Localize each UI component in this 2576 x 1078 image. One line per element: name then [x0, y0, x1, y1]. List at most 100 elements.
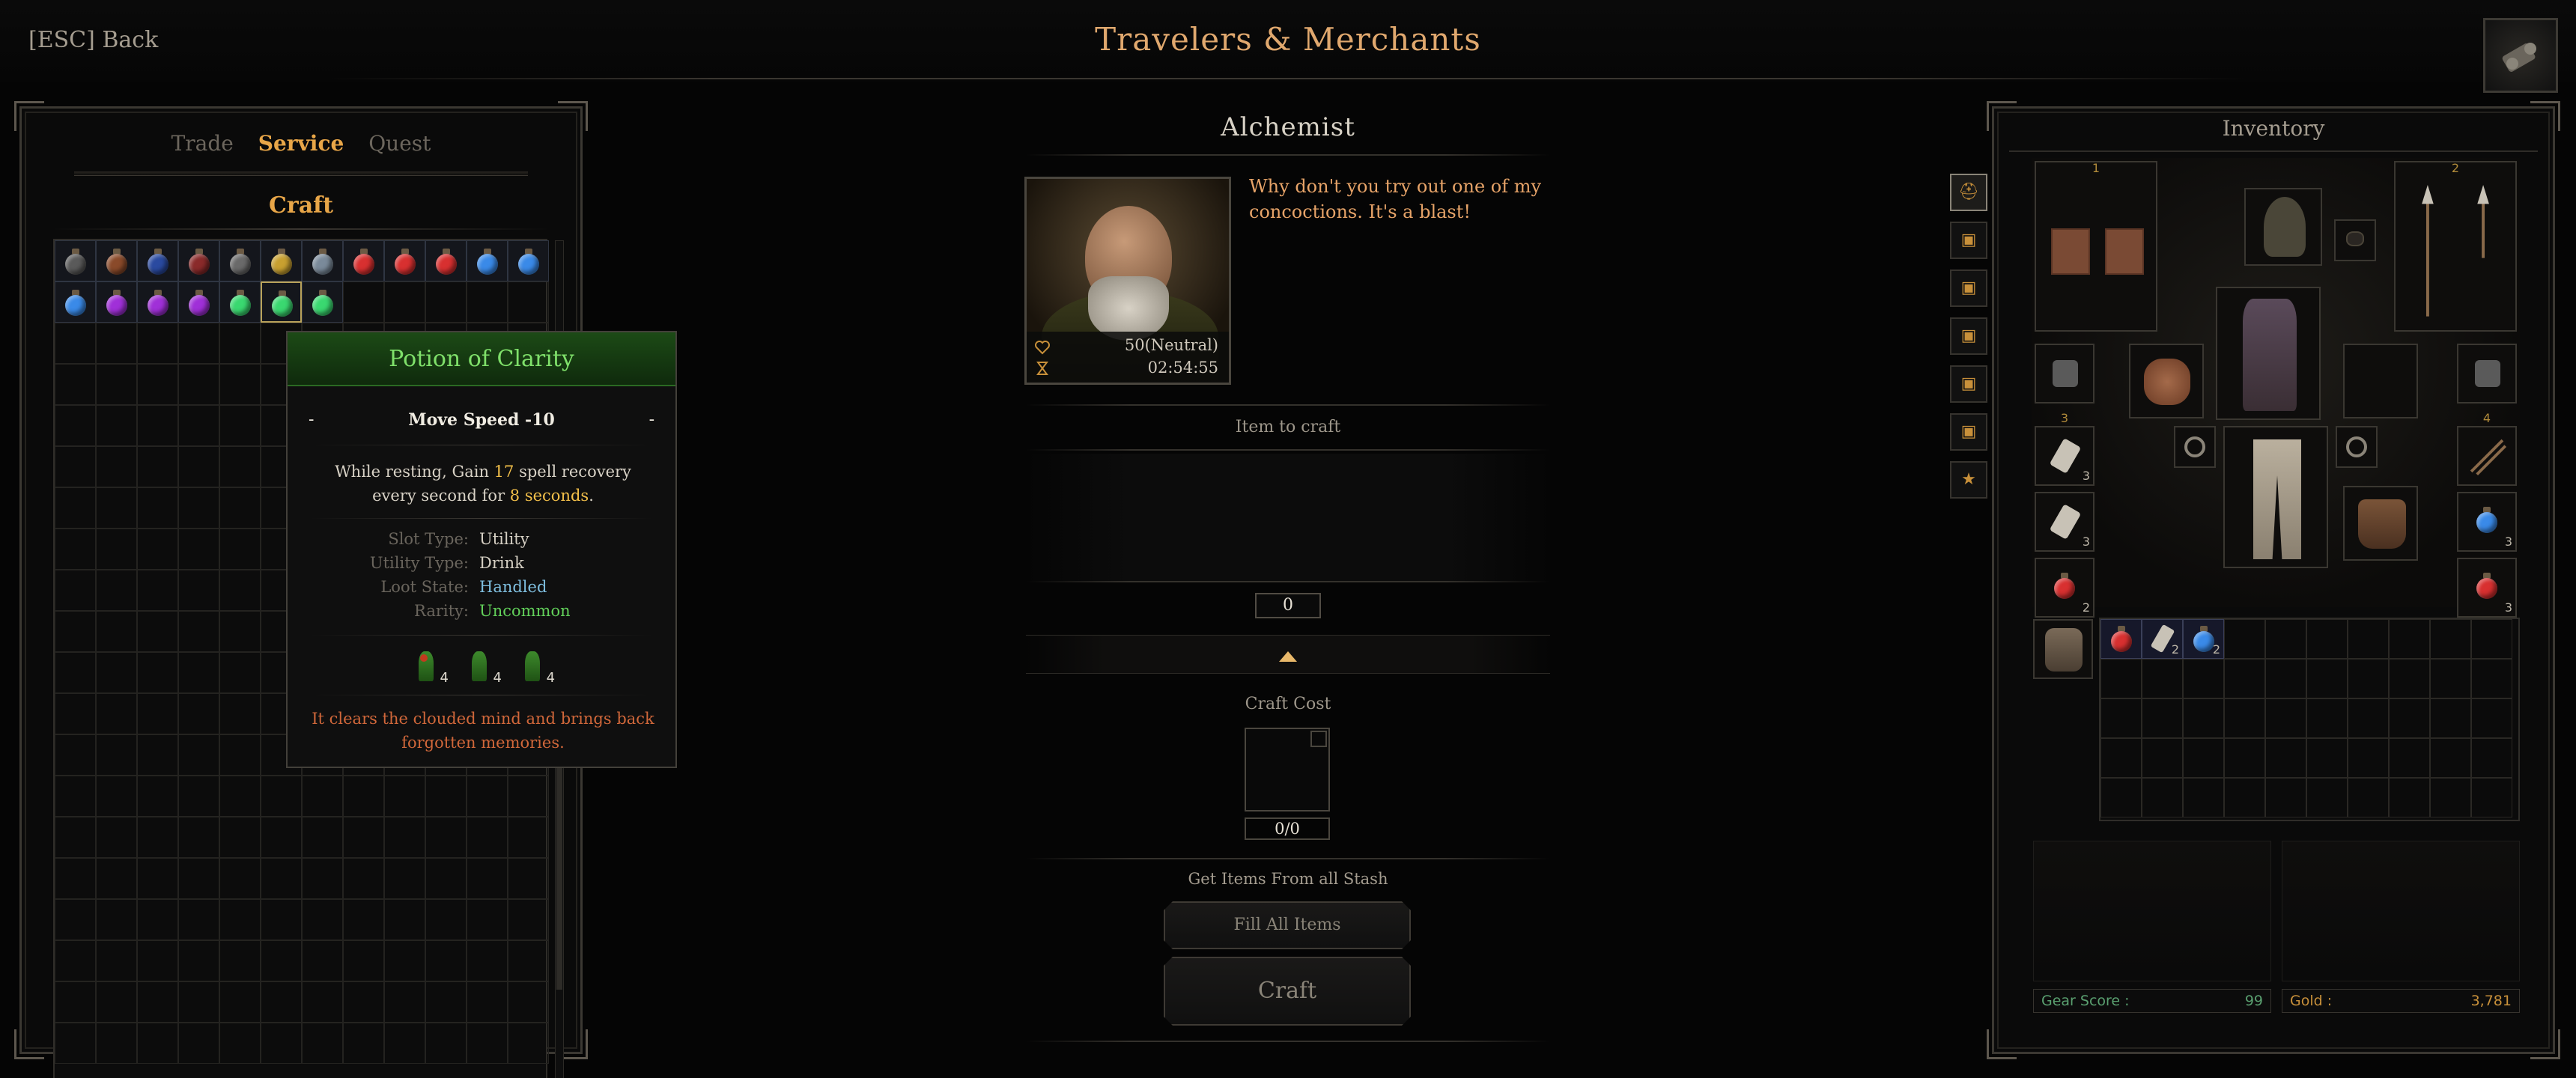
empty-recipe-slot[interactable] — [384, 817, 425, 858]
recipe-slot[interactable] — [55, 281, 96, 323]
empty-recipe-slot[interactable] — [55, 446, 96, 487]
empty-recipe-slot[interactable] — [343, 899, 384, 940]
empty-recipe-slot[interactable] — [384, 858, 425, 899]
empty-recipe-slot[interactable] — [55, 981, 96, 1023]
tab-stash-5[interactable]: ▣ — [1950, 413, 1987, 451]
empty-bag-slot[interactable] — [2142, 698, 2183, 738]
empty-recipe-slot[interactable] — [467, 981, 508, 1023]
empty-recipe-slot[interactable] — [508, 940, 549, 981]
empty-bag-slot[interactable] — [2389, 698, 2430, 738]
empty-recipe-slot[interactable] — [219, 940, 261, 981]
empty-recipe-slot[interactable] — [343, 1023, 384, 1064]
empty-recipe-slot[interactable] — [219, 487, 261, 529]
bag-item-slot[interactable]: 2 — [2142, 619, 2183, 659]
empty-recipe-slot[interactable] — [137, 776, 178, 817]
empty-recipe-slot[interactable] — [96, 776, 137, 817]
empty-bag-slot[interactable] — [2471, 778, 2512, 817]
empty-recipe-slot[interactable] — [467, 858, 508, 899]
empty-recipe-slot[interactable] — [96, 446, 137, 487]
empty-recipe-slot[interactable] — [219, 364, 261, 405]
empty-bag-slot[interactable] — [2389, 659, 2430, 698]
utility-slot[interactable]: 3 — [2035, 426, 2094, 486]
empty-bag-slot[interactable] — [2430, 738, 2471, 778]
head-slot[interactable] — [2244, 188, 2322, 266]
recipe-slot[interactable] — [96, 240, 137, 281]
empty-recipe-slot[interactable] — [178, 529, 219, 570]
empty-recipe-slot[interactable] — [261, 981, 302, 1023]
empty-bag-slot[interactable] — [2348, 778, 2389, 817]
empty-recipe-slot[interactable] — [178, 405, 219, 446]
empty-recipe-slot[interactable] — [137, 487, 178, 529]
empty-recipe-slot[interactable] — [55, 776, 96, 817]
empty-recipe-slot[interactable] — [178, 570, 219, 611]
chest-slot[interactable] — [2216, 287, 2321, 420]
empty-bag-slot[interactable] — [2265, 778, 2306, 817]
empty-bag-slot[interactable] — [2224, 659, 2265, 698]
empty-bag-slot[interactable] — [2306, 619, 2348, 659]
empty-recipe-slot[interactable] — [508, 817, 549, 858]
empty-recipe-slot[interactable] — [467, 817, 508, 858]
empty-recipe-slot[interactable] — [137, 981, 178, 1023]
empty-recipe-slot[interactable] — [467, 281, 508, 323]
empty-recipe-slot[interactable] — [55, 817, 96, 858]
empty-recipe-slot[interactable] — [137, 652, 178, 693]
empty-recipe-slot[interactable] — [219, 858, 261, 899]
empty-recipe-slot[interactable] — [343, 858, 384, 899]
empty-recipe-slot[interactable] — [467, 899, 508, 940]
empty-bag-slot[interactable] — [2142, 778, 2183, 817]
empty-recipe-slot[interactable] — [178, 734, 219, 776]
empty-recipe-slot[interactable] — [302, 940, 343, 981]
empty-recipe-slot[interactable] — [178, 652, 219, 693]
recipe-slot[interactable] — [96, 281, 137, 323]
empty-bag-slot[interactable] — [2100, 778, 2142, 817]
empty-recipe-slot[interactable] — [96, 487, 137, 529]
empty-bag-slot[interactable] — [2306, 778, 2348, 817]
empty-bag-slot[interactable] — [2100, 659, 2142, 698]
empty-recipe-slot[interactable] — [343, 940, 384, 981]
tab-trade[interactable]: Trade — [171, 131, 234, 156]
empty-recipe-slot[interactable] — [55, 940, 96, 981]
empty-bag-slot[interactable] — [2224, 778, 2265, 817]
empty-recipe-slot[interactable] — [425, 858, 467, 899]
empty-recipe-slot[interactable] — [219, 693, 261, 734]
tab-stash-1[interactable]: ▣ — [1950, 222, 1987, 259]
utility-slot[interactable]: 3 — [2457, 558, 2517, 618]
empty-recipe-slot[interactable] — [384, 1023, 425, 1064]
fill-all-items-button[interactable]: Fill All Items — [1164, 901, 1411, 949]
empty-recipe-slot[interactable] — [96, 611, 137, 652]
utility-slot[interactable]: 2 — [2035, 558, 2094, 618]
craft-cost-slot[interactable] — [1245, 728, 1330, 811]
empty-recipe-slot[interactable] — [96, 734, 137, 776]
empty-recipe-slot[interactable] — [55, 693, 96, 734]
empty-recipe-slot[interactable] — [137, 405, 178, 446]
empty-recipe-slot[interactable] — [425, 776, 467, 817]
empty-bag-slot[interactable] — [2100, 738, 2142, 778]
empty-bag-slot[interactable] — [2265, 698, 2306, 738]
empty-recipe-slot[interactable] — [219, 776, 261, 817]
empty-bag-slot[interactable] — [2389, 619, 2430, 659]
recipe-slot[interactable] — [343, 240, 384, 281]
recipe-slot[interactable] — [508, 240, 549, 281]
recipe-slot[interactable] — [137, 240, 178, 281]
empty-bag-slot[interactable] — [2430, 619, 2471, 659]
empty-recipe-slot[interactable] — [219, 1023, 261, 1064]
empty-recipe-slot[interactable] — [384, 899, 425, 940]
empty-recipe-slot[interactable] — [96, 899, 137, 940]
empty-bag-slot[interactable] — [2142, 659, 2183, 698]
tab-equipment[interactable]: ⛑ — [1950, 174, 1987, 211]
empty-bag-slot[interactable] — [2224, 619, 2265, 659]
empty-recipe-slot[interactable] — [178, 1023, 219, 1064]
empty-recipe-slot[interactable] — [55, 899, 96, 940]
empty-recipe-slot[interactable] — [55, 734, 96, 776]
cloak-slot[interactable] — [2035, 344, 2094, 404]
empty-bag-slot[interactable] — [2348, 738, 2389, 778]
hands-slot[interactable] — [2129, 344, 2204, 418]
empty-recipe-slot[interactable] — [467, 776, 508, 817]
empty-recipe-slot[interactable] — [343, 981, 384, 1023]
recipe-slot[interactable] — [467, 240, 508, 281]
recipe-slot[interactable] — [219, 240, 261, 281]
recipe-slot[interactable] — [302, 240, 343, 281]
empty-recipe-slot[interactable] — [178, 364, 219, 405]
empty-recipe-slot[interactable] — [137, 611, 178, 652]
empty-recipe-slot[interactable] — [508, 281, 549, 323]
